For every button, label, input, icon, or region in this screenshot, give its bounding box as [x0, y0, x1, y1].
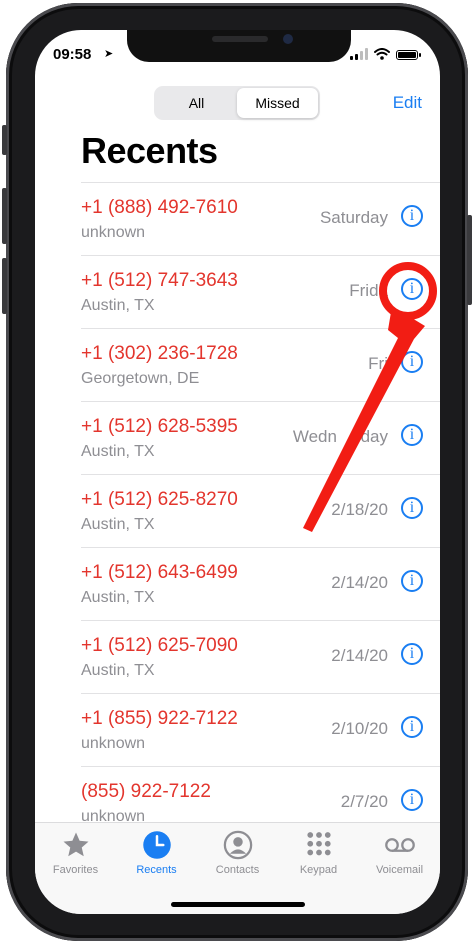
tab-voicemail[interactable]: Voicemail	[359, 823, 440, 914]
call-row[interactable]: +1 (512) 643-6499 Austin, TX 2/14/20 i	[81, 547, 440, 620]
notch	[127, 30, 351, 62]
speaker-grille	[212, 36, 268, 42]
call-number: +1 (512) 625-7090	[81, 635, 238, 656]
tab-favorites[interactable]: Favorites	[35, 823, 116, 914]
info-icon[interactable]: i	[401, 643, 423, 665]
call-date: 2/18/20	[331, 500, 388, 519]
info-icon[interactable]: i	[401, 789, 423, 811]
info-icon[interactable]: i	[401, 716, 423, 738]
call-number: +1 (512) 628-5395	[81, 416, 238, 437]
call-location: unknown	[81, 735, 146, 752]
call-date: 2/10/20	[331, 719, 388, 738]
tab-bar: Favorites Recents Contacts Keypad Voicem…	[35, 822, 440, 914]
battery-icon	[396, 50, 421, 60]
clock-icon	[141, 829, 173, 861]
call-number: (855) 922-7122	[81, 781, 211, 802]
status-time: 09:58	[53, 46, 92, 63]
tab-label: Recents	[136, 864, 177, 876]
call-date: Fri	[368, 354, 388, 373]
power-button	[467, 215, 472, 305]
call-location: Austin, TX	[81, 662, 155, 679]
call-location: Georgetown, DE	[81, 370, 200, 387]
person-circle-icon	[222, 829, 254, 861]
cellular-signal-icon	[350, 48, 368, 60]
tab-label: Voicemail	[375, 864, 424, 876]
call-row[interactable]: +1 (512) 747-3643 Austin, TX Frida i	[81, 255, 440, 328]
wifi-icon	[374, 48, 390, 60]
call-date: Frida	[349, 281, 388, 300]
call-date: 2/14/20	[331, 646, 388, 665]
info-icon[interactable]: i	[401, 351, 423, 373]
call-location: Austin, TX	[81, 589, 155, 606]
call-date: 2/14/20	[331, 573, 388, 592]
tab-label: Favorites	[52, 864, 99, 876]
call-number: +1 (888) 492-7610	[81, 197, 238, 218]
recents-list: +1 (888) 492-7610 unknown Saturday i +1 …	[81, 182, 440, 839]
tab-label: Contacts	[215, 864, 260, 876]
call-location: Austin, TX	[81, 297, 155, 314]
call-number: +1 (512) 625-8270	[81, 489, 238, 510]
call-number: +1 (512) 747-3643	[81, 270, 238, 291]
screen: 09:58 ➤ All Missed Edit Recents +1 (888)…	[35, 30, 440, 914]
call-row[interactable]: +1 (888) 492-7610 unknown Saturday i	[81, 182, 440, 255]
mute-switch	[2, 125, 7, 155]
info-icon[interactable]: i	[401, 205, 423, 227]
call-row[interactable]: +1 (855) 922-7122 unknown 2/10/20 i	[81, 693, 440, 766]
segment-all[interactable]: All	[156, 88, 237, 118]
tab-keypad[interactable]: Keypad	[278, 823, 359, 914]
status-icons	[350, 46, 421, 60]
info-icon[interactable]: i	[401, 497, 423, 519]
call-row[interactable]: +1 (512) 625-7090 Austin, TX 2/14/20 i	[81, 620, 440, 693]
front-camera	[283, 34, 293, 44]
info-icon[interactable]: i	[401, 570, 423, 592]
call-location: unknown	[81, 224, 146, 241]
page-title: Recents	[81, 130, 218, 171]
call-location: Austin, TX	[81, 516, 155, 533]
call-date: Wedn day	[292, 427, 388, 446]
info-icon[interactable]: i	[401, 424, 423, 446]
info-icon[interactable]: i	[401, 278, 423, 300]
segment-missed[interactable]: Missed	[237, 88, 318, 118]
star-icon	[60, 829, 92, 861]
segmented-control: All Missed	[154, 86, 320, 120]
call-date: 2/7/20	[340, 792, 388, 811]
tab-recents[interactable]: Recents	[116, 823, 197, 914]
call-number: +1 (855) 922-7122	[81, 708, 238, 729]
call-date: Saturday	[319, 208, 388, 227]
volume-down-button	[2, 258, 7, 314]
home-indicator	[171, 902, 305, 907]
keypad-icon	[303, 829, 335, 861]
tab-contacts[interactable]: Contacts	[197, 823, 278, 914]
volume-up-button	[2, 188, 7, 244]
call-location: Austin, TX	[81, 443, 155, 460]
location-arrow-icon: ➤	[104, 48, 114, 60]
call-row[interactable]: +1 (512) 628-5395 Austin, TX Wedn day i	[81, 401, 440, 474]
voicemail-icon	[384, 829, 416, 861]
call-number: +1 (302) 236-1728	[81, 343, 238, 364]
call-number: +1 (512) 643-6499	[81, 562, 238, 583]
tab-label: Keypad	[299, 864, 338, 876]
call-row[interactable]: +1 (512) 625-8270 Austin, TX 2/18/20 i	[81, 474, 440, 547]
edit-button[interactable]: Edit	[393, 93, 422, 113]
call-row[interactable]: +1 (302) 236-1728 Georgetown, DE Fri i	[81, 328, 440, 401]
